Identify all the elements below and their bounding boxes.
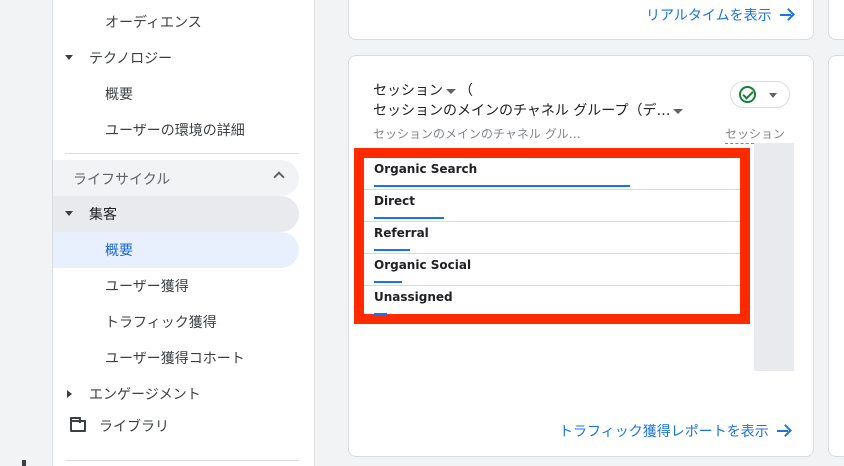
sidebar-item-library[interactable]: ライブラリ: [53, 408, 299, 444]
view-realtime-link[interactable]: リアルタイムを表示: [646, 5, 792, 25]
link-label: リアルタイムを表示: [646, 8, 772, 24]
channel-label: Direct: [374, 194, 415, 208]
left-rail: [0, 0, 53, 466]
sidebar-item-technology[interactable]: テクノロジー: [53, 40, 299, 76]
channel-label: Unassigned: [374, 290, 453, 304]
sidebar-divider: [65, 460, 299, 461]
arrow-right-icon: [776, 425, 789, 437]
caret-right-icon: [67, 390, 72, 398]
value-bar: [374, 313, 387, 315]
sidebar-item-label: テクノロジー: [89, 51, 173, 67]
sidebar-item-label: オーディエンス: [105, 15, 202, 31]
section-label: ライフサイクル: [73, 172, 171, 188]
value-bar: [374, 185, 630, 187]
sidebar-item-label: ライブラリ: [99, 419, 169, 435]
sidebar-item-acquisition-overview[interactable]: 概要: [53, 232, 299, 268]
sidebar-item-label: ユーザー獲得: [105, 279, 189, 295]
sidebar-item-tech-overview[interactable]: 概要: [53, 76, 299, 112]
rail-icon[interactable]: [22, 460, 26, 466]
channel-label: Organic Social: [374, 258, 472, 272]
sidebar-item-label: 集客: [89, 207, 117, 223]
sidebar-item-engagement[interactable]: エンゲージメント: [53, 376, 299, 412]
dimension-column-header: セッションのメインのチャネル グル…: [373, 127, 581, 141]
caret-down-icon: [65, 55, 73, 60]
sidebar-section-lifecycle[interactable]: ライフサイクル: [53, 160, 299, 196]
sidebar-item-label: ユーザー獲得コホート: [105, 351, 245, 367]
caret-down-icon: [769, 93, 777, 98]
table-row[interactable]: Direct: [364, 190, 740, 222]
sidebar-item-label: トラフィック獲得: [105, 315, 217, 331]
value-bar: [374, 249, 410, 251]
arrow-right-icon: [779, 9, 792, 21]
table-row[interactable]: Organic Social: [364, 254, 740, 286]
value-bar: [374, 217, 444, 219]
dropdown-triangle-icon[interactable]: [446, 88, 456, 94]
highlighted-channel-table: Organic Search Direct Referral Organic Soci…: [354, 148, 750, 324]
sidebar-item-user-acquisition-cohort[interactable]: ユーザー獲得コホート: [53, 340, 299, 376]
adjacent-card: [828, 55, 844, 457]
sidebar-item-label: 概要: [105, 243, 133, 259]
sidebar-item-traffic-acquisition[interactable]: トラフィック獲得: [53, 304, 299, 340]
realtime-card: リアルタイムを表示: [348, 0, 814, 40]
view-traffic-acquisition-link[interactable]: トラフィック獲得レポートを表示: [559, 421, 789, 441]
metric-column-background: [754, 143, 794, 371]
channel-label: Organic Search: [374, 162, 478, 176]
table-row[interactable]: Unassigned: [364, 286, 740, 318]
sidebar-item-audience[interactable]: オーディエンス: [53, 4, 299, 40]
sidebar-divider: [65, 153, 299, 154]
link-label: トラフィック獲得レポートを表示: [559, 424, 769, 440]
sidebar-item-label: 概要: [105, 87, 133, 103]
channel-sessions-card: セッション （ セッションのメインのチャネル グループ（デ… セッションのメインの…: [348, 55, 814, 457]
sidebar-item-tech-details[interactable]: ユーザーの環境の詳細: [53, 112, 299, 148]
sidebar-item-acquisition[interactable]: 集客: [53, 196, 299, 232]
sidebar-item-label: ユーザーの環境の詳細: [105, 123, 245, 139]
dimension-selector[interactable]: セッションのメインのチャネル グループ（デ…: [373, 100, 686, 120]
status-dropdown-button[interactable]: [730, 81, 790, 108]
table-row[interactable]: Organic Search: [364, 158, 740, 190]
folder-icon: [70, 417, 86, 432]
dropdown-triangle-icon: [673, 108, 684, 114]
channel-label: Referral: [374, 226, 429, 240]
caret-down-icon: [65, 211, 73, 216]
sidebar-item-label: エンゲージメント: [89, 387, 201, 403]
chevron-up-icon: [273, 171, 285, 183]
card-title: セッション （: [373, 80, 473, 100]
value-bar: [374, 281, 402, 283]
title-paren: （: [459, 83, 473, 99]
sidebar: オーディエンス テクノロジー 概要 ユーザーの環境の詳細 ライフサイクル 集客 …: [53, 0, 315, 466]
metric-selector[interactable]: セッション: [373, 83, 443, 99]
table-row[interactable]: Referral: [364, 222, 740, 254]
adjacent-card: [828, 0, 844, 40]
sidebar-item-user-acquisition[interactable]: ユーザー獲得: [53, 268, 299, 304]
dimension-label: セッションのメインのチャネル グループ（デ…: [373, 103, 671, 119]
check-circle-icon: [739, 86, 756, 103]
metric-column-header[interactable]: セッション: [725, 125, 786, 144]
